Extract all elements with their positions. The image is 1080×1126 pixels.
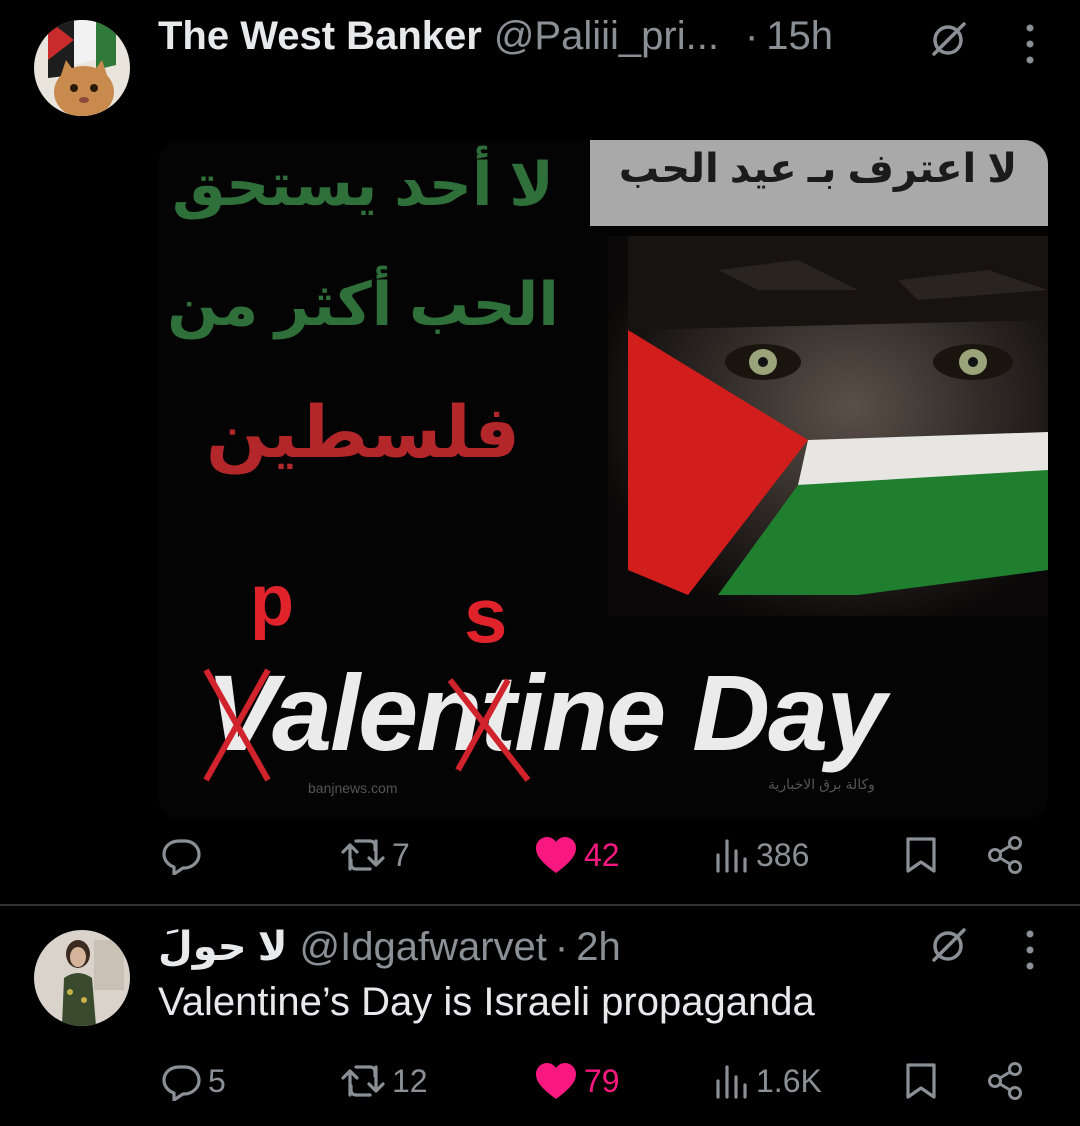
avatar[interactable] bbox=[34, 930, 130, 1026]
views-icon bbox=[716, 1065, 747, 1099]
person-avatar-icon bbox=[34, 930, 130, 1026]
like-count: 79 bbox=[584, 1062, 620, 1099]
tweet-image[interactable]: لا اعترف بـ عيد الحب لا أحد يستحق الحب أ… bbox=[158, 140, 1048, 820]
correction-p: p bbox=[250, 561, 294, 641]
bookmark-button[interactable] bbox=[904, 1056, 938, 1106]
reply-icon bbox=[162, 1065, 201, 1101]
arabic-line-1: لا أحد يستحق bbox=[172, 151, 554, 218]
cat-avatar-icon bbox=[34, 20, 130, 116]
valentine-day-text: Valentine Day bbox=[206, 652, 886, 773]
tweet-actions: 5 12 79 1.6K bbox=[158, 1056, 1038, 1106]
arabic-line-3: فلسطين bbox=[205, 393, 521, 473]
heart-filled-icon bbox=[536, 837, 576, 873]
avatar[interactable] bbox=[34, 20, 130, 116]
repost-count: 7 bbox=[392, 836, 410, 873]
views-icon bbox=[716, 839, 747, 873]
views-button[interactable]: 1.6K bbox=[714, 1056, 822, 1106]
like-button[interactable]: 79 bbox=[534, 1056, 620, 1106]
reply-button[interactable] bbox=[162, 830, 208, 880]
repost-button[interactable]: 7 bbox=[340, 830, 410, 880]
reply-button[interactable]: 5 bbox=[162, 1056, 226, 1106]
author-name[interactable]: لا حولَ bbox=[158, 924, 288, 970]
banner-text: لا اعترف بـ عيد الحب bbox=[618, 147, 1018, 191]
tweet-1[interactable]: The West Banker @Paliii_pri... · 15h لا … bbox=[0, 0, 1080, 904]
tweet-header: The West Banker @Paliii_pri... · 15h bbox=[158, 14, 833, 59]
bookmark-icon bbox=[906, 1063, 936, 1099]
repost-icon bbox=[341, 839, 385, 871]
separator-dot: · bbox=[554, 925, 569, 969]
author-handle[interactable]: @Paliii_pri... bbox=[494, 14, 719, 59]
share-icon bbox=[988, 836, 1022, 874]
more-options-icon[interactable] bbox=[1024, 22, 1036, 66]
timestamp[interactable]: 2h bbox=[576, 925, 621, 970]
arabic-line-2: الحب أكثر من bbox=[167, 271, 559, 338]
timestamp[interactable]: 15h bbox=[766, 14, 833, 59]
watermark-left: banjnews.com bbox=[308, 780, 398, 796]
grok-icon[interactable] bbox=[928, 926, 968, 966]
separator-dot: · bbox=[744, 14, 759, 58]
bookmark-button[interactable] bbox=[904, 830, 938, 880]
share-button[interactable] bbox=[986, 830, 1026, 880]
correction-s: s bbox=[464, 571, 508, 659]
view-count: 386 bbox=[756, 836, 810, 873]
author-handle[interactable]: @Idgafwarvet bbox=[300, 925, 547, 970]
more-options-icon[interactable] bbox=[1024, 928, 1036, 972]
like-count: 42 bbox=[584, 836, 620, 873]
repost-icon bbox=[341, 1065, 385, 1097]
tweet-2[interactable]: لا حولَ @Idgafwarvet · 2h Valentine’s Da… bbox=[0, 906, 1080, 1126]
tweet-text: Valentine’s Day is Israeli propaganda bbox=[158, 980, 815, 1024]
tweet-header: لا حولَ @Idgafwarvet · 2h bbox=[158, 924, 621, 970]
view-count: 1.6K bbox=[756, 1062, 822, 1099]
views-button[interactable]: 386 bbox=[714, 830, 809, 880]
heart-filled-icon bbox=[536, 1063, 576, 1099]
author-name[interactable]: The West Banker bbox=[158, 14, 482, 59]
reply-count: 5 bbox=[208, 1062, 226, 1099]
repost-button[interactable]: 12 bbox=[340, 1056, 428, 1106]
tweet-actions: 7 42 386 bbox=[158, 830, 1038, 880]
grok-icon[interactable] bbox=[928, 20, 968, 60]
watermark-right: وكالة برق الاخبارية bbox=[768, 776, 875, 792]
share-button[interactable] bbox=[986, 1056, 1026, 1106]
like-button[interactable]: 42 bbox=[534, 830, 620, 880]
reply-icon bbox=[162, 839, 201, 875]
repost-count: 12 bbox=[392, 1062, 428, 1099]
share-icon bbox=[988, 1062, 1022, 1100]
bookmark-icon bbox=[906, 837, 936, 873]
